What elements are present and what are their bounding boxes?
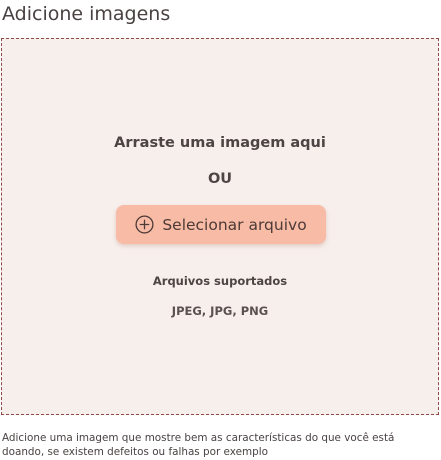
supported-formats: JPEG, JPG, PNG (171, 304, 269, 318)
select-file-label: Selecionar arquivo (162, 215, 307, 234)
section-title: Adicione imagens (2, 3, 171, 25)
or-separator: OU (207, 171, 233, 187)
image-dropzone[interactable]: Arraste uma imagem aqui OU Selecionar ar… (1, 38, 439, 415)
drag-instruction: Arraste uma imagem aqui (114, 135, 326, 151)
select-file-button[interactable]: Selecionar arquivo (116, 205, 326, 244)
upload-section: Adicione imagens Arraste uma imagem aqui… (0, 0, 441, 460)
supported-files-title: Arquivos suportados (152, 274, 288, 288)
helper-text: Adicione uma imagem que mostre bem as ca… (2, 432, 395, 458)
plus-circle-icon (135, 215, 154, 234)
